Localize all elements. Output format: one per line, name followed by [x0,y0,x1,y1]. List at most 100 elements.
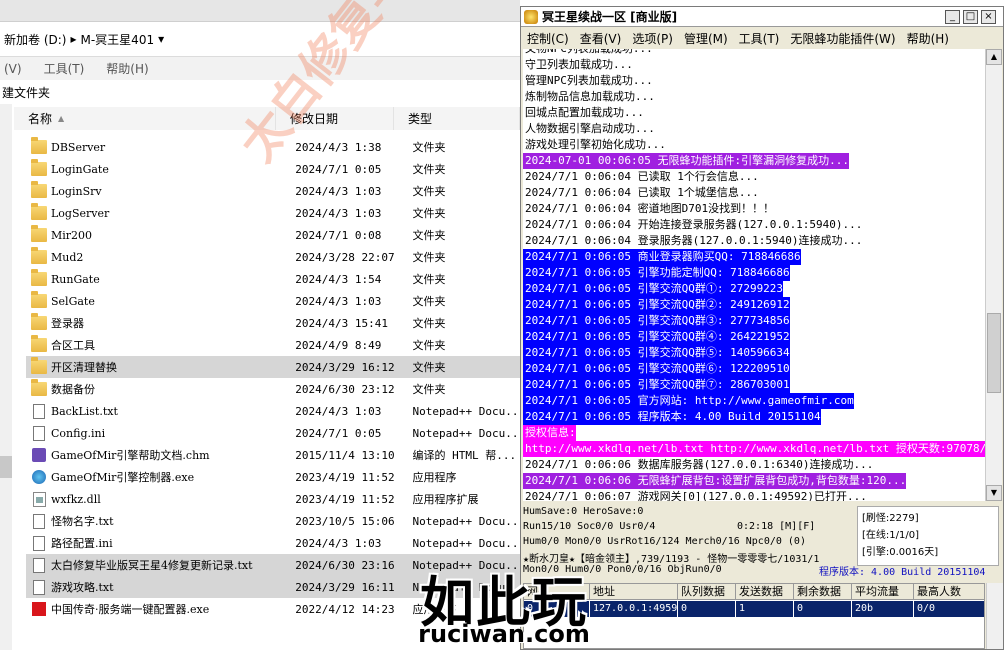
breadcrumb-drive[interactable]: 新加卷 (D:) [4,31,66,48]
log-scrollbar-thumb[interactable] [987,313,1001,393]
scroll-down-icon[interactable]: ▼ [986,485,1002,501]
log-scrollbar[interactable]: ▲ ▼ [985,49,1002,501]
log-line: 2024/7/1 0:06:06 数据库服务器(127.0.0.1:6340)连… [525,458,874,471]
breadcrumb-folder[interactable]: M-冥王星401 [81,31,155,48]
list-item[interactable]: Mir200 2024/7/1 0:08 文件夹 [26,224,520,246]
list-item[interactable]: 路径配置.ini 2024/4/3 1:03 Notepad++ Docu... [26,532,520,554]
file-type: 文件夹 [412,317,446,330]
file-name: RunGate [51,272,100,286]
column-header-date[interactable]: 修改日期 [276,107,394,130]
file-date: 2024/4/3 1:54 [295,272,382,286]
file-date: 2024/7/1 0:05 [295,426,382,440]
list-item[interactable]: 开区清理替换 2024/3/29 16:12 文件夹 [26,356,520,378]
folder-icon [31,379,47,396]
engine-runtime: [引擎:0.0016天] [862,547,939,558]
menu-help[interactable]: 帮助(H) [106,60,148,77]
log-line: 2024/7/1 0:06:05 商业登录器购买QQ: 718846686 [523,249,801,265]
menu-view[interactable]: 查看(V) [580,30,622,47]
column-header-type[interactable]: 类型 [394,107,520,130]
th-remaining[interactable]: 剩余数据 [794,584,852,600]
th-max-players[interactable]: 最高人数 [914,584,984,600]
file-name: 中国传奇·服务端一键配置器.exe [51,603,210,616]
file-explorer-window: 新加卷 (D:) ▸ M-冥王星401 ▾ (V) 工具(T) 帮助(H) 建文… [0,0,520,650]
log-line: 炼制物品信息加载成功... [525,90,655,103]
log-line: 管理NPC列表加载成功... [525,74,653,87]
minimize-icon[interactable]: _ [945,10,960,24]
list-item[interactable]: BackList.txt 2024/4/3 1:03 Notepad++ Docu.… [26,400,520,422]
log-line: 2024-07-01 00:06:05 无限蜂功能插件:引擎漏洞修复成功... [523,153,849,169]
list-item[interactable]: Mud2 2024/3/28 22:07 文件夹 [26,246,520,268]
folder-icon [31,335,47,352]
file-date: 2024/4/3 1:03 [295,206,382,220]
list-item[interactable]: 太白修复毕业版冥王星4修复更新记录.txt 2024/6/30 23:16 Note… [26,554,520,576]
cell-address: 127.0.0.1:49592 [590,601,678,617]
address-bar[interactable]: 新加卷 (D:) ▸ M-冥王星401 ▾ [0,27,520,51]
list-item[interactable]: LoginGate 2024/7/1 0:05 文件夹 [26,158,520,180]
table-row[interactable]: 0 127.0.0.1:49592 0 1 0 20b 0/0 [524,601,984,617]
file-name: 怪物名字.txt [51,515,114,528]
app-logo-icon [524,9,538,24]
list-item[interactable]: Config.ini 2024/7/1 0:05 Notepad++ Docu... [26,422,520,444]
list-item[interactable]: 怪物名字.txt 2023/10/5 15:06 Notepad++ Docu... [26,510,520,532]
menu-tools[interactable]: 工具(T) [44,60,85,77]
folder-icon [31,181,47,198]
list-item[interactable]: GameOfMir引擎控制器.exe 2023/4/19 11:52 应用程序 [26,466,520,488]
th-avg-traffic[interactable]: 平均流量 [852,584,914,600]
list-item[interactable]: 合区工具 2024/4/9 8:49 文件夹 [26,334,520,356]
file-date: 2024/7/1 0:05 [295,162,382,176]
list-item[interactable]: LoginSrv 2024/4/3 1:03 文件夹 [26,180,520,202]
file-date: 2024/4/3 1:03 [295,404,382,418]
list-item[interactable]: GameOfMir引擎帮助文档.chm 2015/11/4 13:10 编译的 HT… [26,444,520,466]
column-header-name[interactable]: 名称 ▲ [14,107,276,130]
navigation-pane[interactable] [0,104,12,650]
th-gateway[interactable]: 网关 [524,584,590,600]
cell-max-players: 0/0 [914,601,984,617]
list-item[interactable]: 游戏攻略.txt 2024/3/29 16:11 Notepad++ Docu... [26,576,520,598]
list-item[interactable]: LogServer 2024/4/3 1:03 文件夹 [26,202,520,224]
list-item[interactable]: wxfkz.dll 2023/4/19 11:52 应用程序扩展 [26,488,520,510]
sort-up-icon: ▲ [58,114,65,123]
menu-tools[interactable]: 工具(T) [739,30,780,47]
maximize-icon[interactable]: □ [963,10,978,24]
close-icon[interactable]: × [981,10,996,24]
explorer-toolbar: 建文件夹 [0,80,520,104]
menu-plugin[interactable]: 无限蜂功能插件(W) [790,30,895,47]
log-line: http://www.xkdlq.net/lb.txt http://www.x… [523,441,985,457]
navigation-scrollbar-thumb[interactable] [0,456,12,478]
table-scrollbar[interactable] [986,583,1003,649]
th-queue[interactable]: 队列数据 [678,584,736,600]
menu-control[interactable]: 控制(C) [527,30,569,47]
chm-file-icon [32,448,46,462]
file-name: 登录器 [51,317,84,330]
th-sent[interactable]: 发送数据 [736,584,794,600]
list-item[interactable]: SelGate 2024/4/3 1:03 文件夹 [26,290,520,312]
list-item[interactable]: DBServer 2024/4/3 1:38 文件夹 [26,136,520,158]
file-type: 文件夹 [412,229,446,242]
menu-manage[interactable]: 管理(M) [684,30,728,47]
file-name: GameOfMir引擎控制器.exe [51,471,195,484]
chevron-down-icon[interactable]: ▾ [158,32,164,46]
file-type: Notepad++ Docu... [412,404,520,418]
column-date-label: 修改日期 [290,112,339,126]
list-item[interactable]: 中国传奇·服务端一键配置器.exe 2022/4/12 14:23 应用程序 [26,598,520,620]
status-run-line: Run15/10 Soc0/0 Usr0/4 [523,521,656,532]
file-date: 2024/6/30 23:12 [295,382,395,396]
file-date: 2024/6/30 23:16 [295,558,395,572]
file-type: Notepad++ Docu... [412,558,520,572]
folder-icon [31,269,47,286]
file-date: 2022/4/12 14:23 [295,602,395,616]
th-address[interactable]: 地址 [590,584,678,600]
menu-view[interactable]: (V) [4,62,22,76]
file-file-icon [33,535,45,551]
server-log[interactable]: 文物NPC列表加载成功...守卫列表加载成功... 管理NPC列表加载成功... 炼… [523,49,985,501]
online-count: [在线:1/1/0] [862,530,919,541]
list-item[interactable]: 登录器 2024/4/3 15:41 文件夹 [26,312,520,334]
menu-options[interactable]: 选项(P) [632,30,673,47]
new-folder-button[interactable]: 建文件夹 [2,84,50,101]
file-type: 文件夹 [412,251,446,264]
list-item[interactable]: RunGate 2024/4/3 1:54 文件夹 [26,268,520,290]
file-type: 应用程序扩展 [412,493,479,506]
scroll-up-icon[interactable]: ▲ [986,49,1002,65]
list-item[interactable]: 数据备份 2024/6/30 23:12 文件夹 [26,378,520,400]
menu-help[interactable]: 帮助(H) [907,30,949,47]
